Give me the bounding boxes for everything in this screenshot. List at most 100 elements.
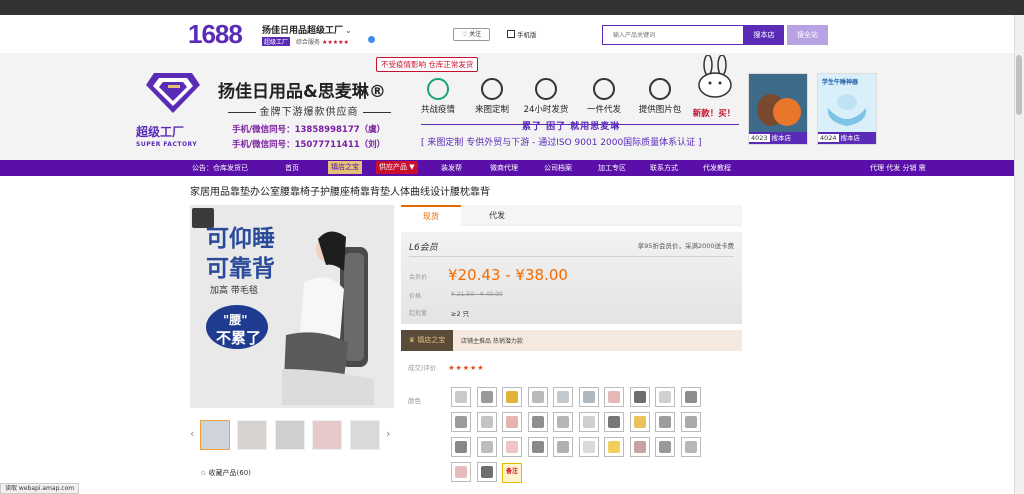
color-swatch[interactable] [629, 437, 650, 457]
nav-item[interactable]: 装发帮 [441, 163, 462, 173]
main-product-image[interactable]: 可仰睡 可靠背 加高 带毛毯 "腰" 不累了 [190, 205, 394, 408]
thumbnail-1[interactable] [200, 420, 230, 450]
product-image[interactable]: 学生午睡神器 [818, 74, 876, 134]
collect-product[interactable]: ☆ 收藏产品(60) [200, 468, 251, 478]
color-swatch[interactable] [451, 437, 471, 457]
product-search-bar[interactable]: 4023 搜本店 [749, 132, 807, 144]
brand-subtitle: 金牌下游爆款供应商 [218, 103, 400, 118]
nav-right-links[interactable]: 代理 代发 分销 需 [870, 163, 926, 173]
color-swatch[interactable] [655, 412, 675, 432]
color-swatch[interactable] [476, 387, 497, 407]
member-level: L6会员 [409, 243, 438, 253]
page-scrollbar[interactable] [1014, 15, 1024, 494]
member-level-note[interactable]: 享95折会员价，采满2000送卡费 [638, 240, 734, 250]
swatch-color [684, 391, 697, 403]
color-swatch[interactable] [502, 437, 522, 457]
chevron-left-icon[interactable]: ‹ [190, 427, 194, 440]
thumbnail-4[interactable] [312, 420, 342, 450]
color-swatch[interactable] [451, 387, 471, 407]
color-swatch[interactable] [502, 387, 522, 407]
review-stars[interactable]: ★★★★★ [448, 364, 484, 372]
color-swatch-note[interactable]: 备注 [502, 463, 522, 483]
swatch-color [506, 416, 518, 428]
swatch-color [582, 416, 595, 428]
swatch-color [608, 416, 620, 428]
verified-icon [368, 36, 375, 43]
price-label: 价格 [409, 293, 422, 300]
nav-processing[interactable]: 加工专区 [598, 163, 626, 173]
feature-label: 共战疫情 [420, 105, 455, 115]
color-swatch[interactable] [604, 437, 624, 457]
color-swatch[interactable] [578, 412, 599, 432]
color-swatch[interactable] [476, 462, 497, 482]
announcement[interactable]: 公告：仓库发货已 [192, 163, 248, 173]
color-swatch[interactable] [553, 437, 573, 457]
nav-dropship-guide[interactable]: 代发教程 [703, 163, 731, 173]
color-swatch[interactable] [451, 462, 471, 482]
color-swatch[interactable] [655, 437, 675, 457]
thumbnail-3[interactable] [275, 420, 305, 450]
feature-label: 新款！买！ [692, 109, 736, 119]
color-swatch[interactable] [629, 412, 650, 432]
color-swatch[interactable] [476, 412, 497, 432]
product-image[interactable] [749, 74, 807, 134]
chevron-right-icon[interactable]: › [386, 427, 390, 440]
color-swatch[interactable] [553, 412, 573, 432]
featured-product-2[interactable]: 学生午睡神器 4024 搜本店 [817, 73, 877, 145]
color-swatch[interactable] [655, 387, 675, 407]
color-swatch[interactable] [578, 387, 599, 407]
rabbit-mascot-icon [698, 55, 732, 98]
chevron-down-icon[interactable]: ⌄ [345, 26, 352, 35]
feature-custom: 来图定制 [468, 78, 516, 115]
follow-button[interactable]: ♡ 关注 [453, 28, 490, 41]
swatch-color [659, 441, 671, 453]
nav-featured[interactable]: 镇店之宝 [328, 161, 362, 174]
site-logo[interactable]: 1688 [188, 19, 243, 50]
member-price-label: 会员价 [409, 274, 428, 281]
color-swatch[interactable] [527, 437, 548, 457]
featured-product-1[interactable]: 4023 搜本店 [748, 73, 808, 145]
shop-banner: 超级工厂 SUPER FACTORY 不受疫情影响 仓库正常发货 扬佳日用品&思… [0, 53, 1014, 160]
search-store-button[interactable]: 搜本店 [744, 25, 784, 45]
swatch-color [684, 416, 697, 428]
color-swatch[interactable] [680, 437, 701, 457]
scissors-icon [481, 78, 503, 100]
logo-cn-text: 超级工厂 [136, 125, 185, 139]
search-all-button[interactable]: 搜全站 [787, 25, 828, 45]
thumbnail-5[interactable] [350, 420, 380, 450]
super-factory-logo: 超级工厂 SUPER FACTORY [136, 71, 208, 157]
color-swatch[interactable] [476, 437, 497, 457]
color-swatch[interactable] [629, 387, 650, 407]
swatch-color [659, 391, 671, 403]
swatch-color [608, 391, 620, 403]
color-swatch[interactable] [604, 412, 624, 432]
product-search-bar[interactable]: 4024 搜本店 [818, 132, 876, 144]
mobile-version-link[interactable]: 手机版 [507, 29, 537, 39]
swatch-color [633, 391, 646, 403]
nav-home[interactable]: 首页 [285, 163, 299, 173]
star-outline-icon: ☆ [200, 469, 207, 477]
image-text-line5: 不累了 [216, 329, 262, 347]
color-swatch[interactable] [527, 412, 548, 432]
shop-name[interactable]: 扬佳日用品超级工厂 ⌄ [262, 23, 352, 36]
tab-dropship[interactable]: 代发 [467, 205, 527, 226]
scrollbar-thumb[interactable] [1016, 55, 1022, 115]
color-swatch[interactable] [578, 437, 599, 457]
nav-contact[interactable]: 联系方式 [650, 163, 678, 173]
thumbnail-2[interactable] [237, 420, 267, 450]
color-swatch[interactable] [527, 387, 548, 407]
color-swatch[interactable] [553, 387, 573, 407]
notice-tag: 不受疫情影响 仓库正常发货 [376, 57, 479, 72]
price-box: L6会员 享95折会员价，采满2000送卡费 会员价 ¥20.43 - ¥38.… [401, 232, 742, 324]
nav-item[interactable]: 微商代理 [490, 163, 518, 173]
nav-products[interactable]: 供应产品 ▼ [376, 161, 418, 174]
tab-in-stock[interactable]: 现货 [401, 205, 461, 226]
search-input[interactable] [603, 26, 743, 44]
image-pack-icon [649, 78, 671, 100]
color-swatch[interactable] [680, 387, 701, 407]
color-swatch[interactable] [604, 387, 624, 407]
color-swatch[interactable] [680, 412, 701, 432]
color-swatch[interactable] [502, 412, 522, 432]
nav-company[interactable]: 公司档案 [544, 163, 572, 173]
color-swatch[interactable] [451, 412, 471, 432]
